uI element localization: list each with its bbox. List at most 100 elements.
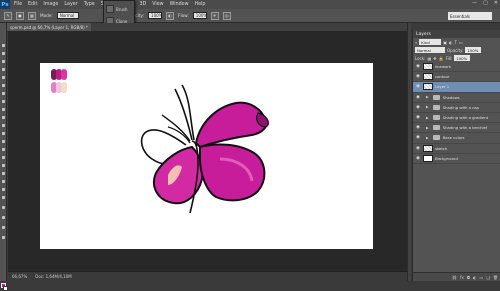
visibility-eye-icon[interactable]: ◉ (415, 145, 421, 151)
zoom-level[interactable]: 66,67% (12, 274, 27, 279)
menu-layer[interactable]: Layer (64, 2, 77, 7)
layer-row-background[interactable]: ◉ Background (413, 154, 500, 164)
screen-mode-icon[interactable] (1, 225, 6, 230)
filter-adjust-icon[interactable]: ◐ (449, 40, 453, 45)
opacity-field[interactable]: 100% (148, 12, 162, 19)
layer-row[interactable]: ◉ contour (413, 72, 500, 83)
stamp-tool-icon[interactable] (1, 107, 6, 112)
expand-arrow-icon[interactable]: ▶ (426, 95, 429, 99)
brush-tool-icon[interactable]: ✎ (4, 11, 12, 20)
layer-group-row[interactable]: ◉ ▶ Shading with a cap (413, 103, 500, 113)
lock-pixels-icon[interactable]: ▦ (427, 56, 431, 61)
filter-shape-icon[interactable]: ▭ (459, 40, 463, 45)
menu-window[interactable]: Window (170, 2, 189, 7)
adjustment-icon[interactable]: ◐ (473, 275, 477, 280)
visibility-eye-icon[interactable]: ◉ (415, 64, 421, 70)
collapsed-panels-strip[interactable] (407, 23, 411, 281)
layer-filter-kind[interactable]: Kind (419, 39, 442, 45)
pressure-size-icon[interactable]: ◎ (222, 11, 231, 20)
pressure-opacity-icon[interactable]: ◐ (166, 11, 175, 20)
fx-icon[interactable]: fx (460, 275, 464, 280)
layer-fill-field[interactable]: 100% (454, 55, 471, 61)
gradient-tool-icon[interactable] (1, 131, 6, 136)
quick-mask-icon[interactable] (1, 215, 6, 220)
lock-label: Lock: (415, 55, 426, 61)
brush-popup-row[interactable]: Brush (106, 5, 132, 13)
layer-row[interactable]: ◉ linework (413, 62, 500, 73)
type-tool-icon[interactable] (1, 163, 6, 168)
menu-help[interactable]: Help (195, 2, 206, 7)
layer-group-row[interactable]: ◉ ▶ Shadows (413, 93, 500, 103)
minimize-icon[interactable]: — (472, 0, 477, 6)
zoom-tool-icon[interactable] (1, 195, 6, 200)
visibility-eye-icon[interactable]: ◉ (415, 125, 421, 131)
expand-arrow-icon[interactable]: ▶ (426, 126, 429, 130)
document-canvas[interactable] (40, 63, 373, 249)
healing-tool-icon[interactable] (1, 91, 6, 96)
visibility-eye-icon[interactable]: ◉ (415, 104, 421, 110)
path-select-tool-icon[interactable] (1, 171, 6, 176)
visibility-eye-icon[interactable]: ◉ (415, 135, 421, 141)
background-color-swatch[interactable] (3, 286, 8, 291)
menu-image[interactable]: Image (43, 2, 58, 7)
edit-toolbar-icon[interactable] (1, 205, 6, 210)
menu-edit[interactable]: Edit (28, 2, 37, 7)
filter-pixel-icon[interactable]: ▣ (443, 40, 447, 45)
expand-arrow-icon[interactable]: ▶ (426, 105, 429, 109)
mask-icon[interactable]: ◘ (467, 275, 470, 280)
visibility-eye-icon[interactable]: ◉ (415, 155, 421, 161)
layer-thumbnail (423, 73, 433, 81)
layer-row-selected[interactable]: ◉ Layer 1 (413, 82, 500, 93)
layers-lock-row: Lock: ▦ ✥ 🔒 Fill: 100% (413, 54, 500, 62)
brush-panel-icon[interactable]: ▦ (28, 11, 36, 20)
expand-arrow-icon[interactable]: ▶ (426, 136, 429, 140)
blend-mode-select[interactable]: Normal (415, 47, 445, 53)
lock-all-icon[interactable]: 🔒 (439, 56, 444, 61)
default-colors-icon[interactable] (1, 235, 6, 240)
dodge-tool-icon[interactable] (1, 147, 6, 152)
layer-row[interactable]: ◉ sketch (413, 144, 500, 154)
move-tool-icon[interactable] (1, 43, 6, 48)
airbrush-icon[interactable]: ✈ (210, 11, 219, 20)
visibility-eye-icon[interactable]: ◉ (415, 74, 421, 80)
filter-type-icon[interactable]: T (455, 40, 457, 45)
eraser-tool-icon[interactable] (1, 123, 6, 128)
brush-tool-icon[interactable] (1, 99, 6, 104)
photoshop-logo: Ps (0, 0, 10, 9)
link-icon[interactable]: ⛓ (452, 275, 457, 280)
close-icon[interactable]: ✕ (494, 0, 498, 6)
menu-file[interactable]: File (14, 2, 22, 7)
mode-select[interactable]: Normal (56, 12, 79, 19)
layers-panel-title[interactable]: Layers (413, 30, 500, 38)
trash-icon[interactable]: 🗑 (493, 275, 498, 280)
document-tab[interactable]: sperm.psd @ 66,7% (Layer 1, RGB/8) * (7, 23, 91, 31)
history-brush-tool-icon[interactable] (1, 115, 6, 120)
menu-type[interactable]: Type (84, 2, 95, 7)
maximize-icon[interactable]: ▢ (483, 0, 488, 6)
visibility-eye-icon[interactable]: ◉ (415, 115, 421, 121)
layer-opacity-field[interactable]: 100% (465, 47, 482, 53)
lock-position-icon[interactable]: ✥ (433, 56, 436, 61)
brush-preset-icon[interactable]: ● (16, 11, 24, 20)
folder-icon[interactable]: ▭ (480, 275, 484, 280)
visibility-eye-icon[interactable]: ◉ (415, 94, 421, 100)
blur-tool-icon[interactable] (1, 139, 6, 144)
crop-tool-icon[interactable] (1, 75, 6, 80)
flow-field[interactable]: 100% (192, 12, 207, 19)
pen-tool-icon[interactable] (1, 155, 6, 160)
new-layer-icon[interactable]: ❏ (486, 275, 490, 280)
expand-arrow-icon[interactable]: ▶ (426, 116, 429, 120)
layer-group-row[interactable]: ◉ ▶ Shading with a kerchief (413, 123, 500, 134)
quick-select-tool-icon[interactable] (1, 67, 6, 72)
layer-group-row[interactable]: ◉ ▶ Shading with a gradient (413, 113, 500, 124)
shape-tool-icon[interactable] (1, 179, 6, 184)
menu-view[interactable]: View (152, 2, 163, 7)
layer-group-row[interactable]: ◉ ▶ Base colors (413, 133, 500, 144)
lasso-tool-icon[interactable] (1, 59, 6, 64)
marquee-tool-icon[interactable] (1, 51, 6, 56)
visibility-eye-icon[interactable]: ◉ (415, 84, 421, 90)
menu-3d[interactable]: 3D (139, 2, 146, 7)
workspace-select[interactable]: Essentials (448, 12, 492, 20)
eyedropper-tool-icon[interactable] (1, 83, 6, 88)
hand-tool-icon[interactable] (1, 187, 6, 192)
